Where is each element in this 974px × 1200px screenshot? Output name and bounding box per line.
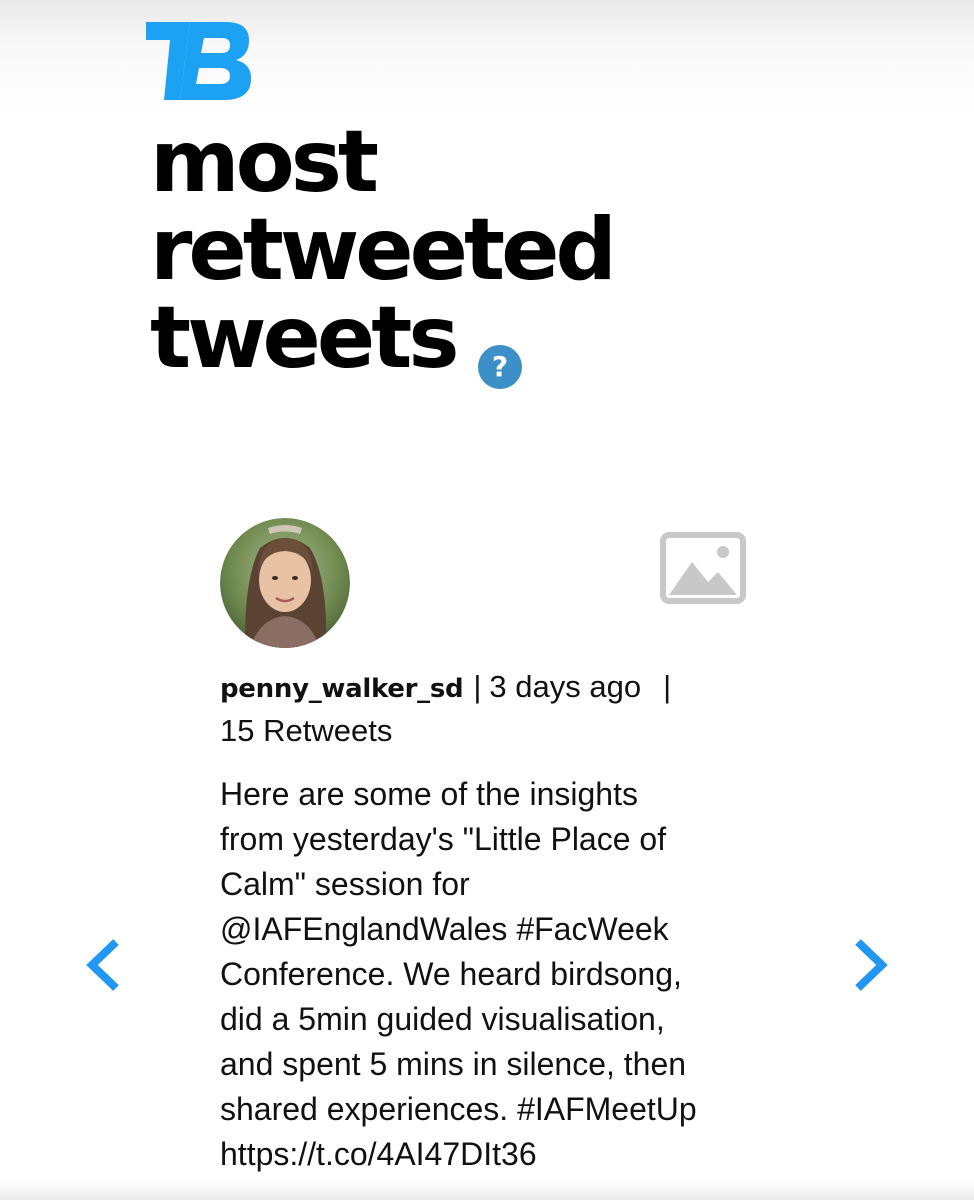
tweet-line: shared experiences. #IAFMeetUp bbox=[220, 1091, 697, 1127]
tweet-line: Conference. We heard birdsong, bbox=[220, 956, 682, 992]
image-placeholder-icon bbox=[660, 532, 746, 604]
tweet-retweets: 15 Retweets bbox=[220, 713, 393, 748]
chevron-right-icon[interactable] bbox=[848, 934, 894, 996]
meta-separator-2: | bbox=[663, 669, 672, 704]
page-title: most retweeted tweets bbox=[150, 112, 617, 388]
page: TB most retweeted tweets ? penny bbox=[0, 0, 974, 1200]
tweet-username[interactable]: penny_walker_sd bbox=[220, 674, 464, 704]
tweet-meta: penny_walker_sd | 3 days ago | 15 Retweets bbox=[220, 666, 760, 752]
avatar bbox=[220, 518, 350, 648]
title-line-1: most bbox=[150, 112, 379, 212]
tweet-line: did a 5min guided visualisation, bbox=[220, 1001, 665, 1037]
title-line-2: retweeted bbox=[150, 200, 617, 300]
tweet-line: and spent 5 mins in silence, then bbox=[220, 1046, 687, 1082]
tb-logo: TB bbox=[146, 22, 252, 100]
meta-separator: | bbox=[473, 669, 482, 704]
chevron-left-icon[interactable] bbox=[80, 934, 126, 996]
tweet-body: Here are some of the insights from yeste… bbox=[220, 772, 760, 1177]
tweet-line: @IAFEnglandWales #FacWeek bbox=[220, 911, 669, 947]
tweet-time: 3 days ago bbox=[489, 669, 642, 704]
title-line-3: tweets bbox=[150, 288, 460, 388]
tweet-line: Here are some of the insights bbox=[220, 776, 638, 812]
tweet-link[interactable]: https://t.co/4AI47DIt36 bbox=[220, 1132, 760, 1177]
tweet-line: from yesterday's "Little Place of bbox=[220, 821, 667, 857]
help-icon[interactable]: ? bbox=[478, 345, 522, 389]
tweet-line: Calm" session for bbox=[220, 866, 470, 902]
